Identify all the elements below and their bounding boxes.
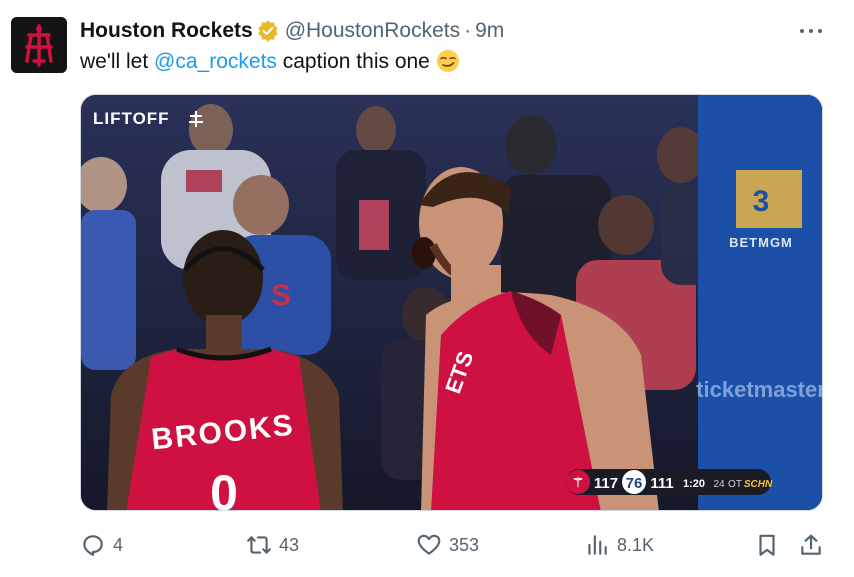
verified-badge-icon — [257, 20, 279, 42]
like-count: 353 — [449, 534, 480, 555]
svg-text:76: 76 — [626, 475, 643, 492]
bookmark-icon — [759, 534, 775, 556]
media-video[interactable]: S 3 BETMGM ticketmaster BROOKS 0 ETS LIF… — [80, 94, 823, 511]
tweet[interactable]: Houston Rockets @HoustonRockets · 9m we'… — [0, 0, 854, 577]
author-name[interactable]: Houston Rockets — [80, 19, 253, 43]
more-dot-icon — [809, 29, 813, 33]
tweet-text: we'll let @ca_rockets caption this one — [80, 48, 460, 76]
view-count: 8.1K — [617, 534, 655, 555]
tweet-text-before: we'll let — [80, 50, 155, 73]
game-clock: 1:20 — [683, 478, 705, 490]
like-button[interactable]: 353 — [416, 528, 479, 562]
views-button[interactable]: 8.1K — [584, 528, 654, 562]
rockets-logo-icon — [11, 17, 67, 73]
reply-icon — [83, 535, 103, 556]
svg-text:S: S — [271, 279, 291, 312]
svg-text:3: 3 — [753, 185, 770, 218]
repost-count: 43 — [279, 534, 300, 555]
tweet-header: Houston Rockets @HoustonRockets · 9m — [80, 16, 504, 46]
smirking-face-emoji-icon — [436, 49, 460, 73]
repost-icon — [247, 536, 271, 554]
avatar[interactable] — [11, 17, 67, 73]
timestamp[interactable]: 9m — [475, 19, 504, 43]
more-dot-icon — [800, 29, 804, 33]
away-score: 111 — [650, 475, 673, 492]
jersey-number: 0 — [210, 465, 238, 511]
mention-link[interactable]: @ca_rockets — [154, 50, 277, 73]
repost-button[interactable]: 43 — [246, 528, 299, 562]
network: SCHN — [744, 479, 773, 490]
board-text: ticketmaster — [696, 377, 823, 402]
svg-text:⚚: ⚚ — [572, 475, 584, 490]
reply-count: 4 — [113, 534, 124, 555]
tweet-text-after: caption this one — [276, 50, 430, 73]
reply-button[interactable]: 4 — [80, 528, 123, 562]
more-options-button[interactable] — [797, 20, 825, 42]
author-handle[interactable]: @HoustonRockets — [285, 19, 460, 43]
bookmark-button[interactable] — [754, 528, 780, 562]
sponsor-board: BETMGM — [729, 235, 793, 250]
separator-dot: · — [464, 19, 472, 42]
heart-icon — [417, 534, 441, 555]
more-dot-icon — [818, 29, 822, 33]
arena-wall — [698, 95, 822, 510]
liftoff-watermark: LIFTOFF — [93, 109, 170, 128]
scorebug: ⚚ 117 76 111 1:20 24 OT SCHN — [566, 469, 773, 495]
action-bar: 4 43 353 8.1K — [0, 528, 854, 562]
share-icon — [801, 534, 821, 555]
shot-clock: 24 — [713, 479, 725, 490]
period: OT — [728, 479, 742, 490]
share-button[interactable] — [798, 528, 824, 562]
home-score: 117 — [594, 475, 618, 492]
views-chart-icon — [588, 535, 607, 555]
